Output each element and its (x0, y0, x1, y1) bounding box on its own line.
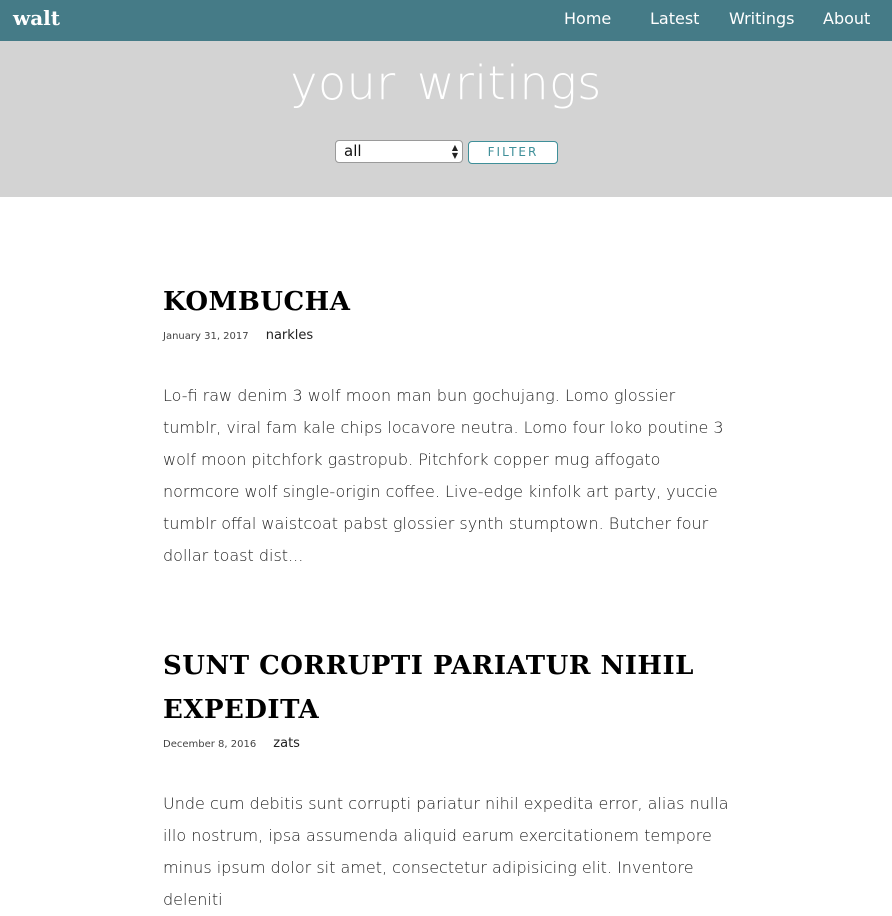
nav-link-writings[interactable]: Writings (729, 9, 794, 28)
brand-logo[interactable]: walt (13, 6, 60, 30)
post-meta: December 8, 2016 zats (163, 732, 733, 751)
post-excerpt: Lo-fi raw denim 3 wolf moon man bun goch… (163, 386, 724, 565)
nav-link-about[interactable]: About (823, 9, 870, 28)
post-author[interactable]: narkles (266, 328, 313, 343)
nav-link-latest[interactable]: Latest (650, 9, 699, 28)
nav-link-home[interactable]: Home (564, 9, 611, 28)
post-title[interactable]: SUNT CORRUPTI PARIATUR NIHIL EXPEDITA (163, 644, 733, 732)
post-author[interactable]: zats (273, 736, 300, 751)
hero-banner: your writings all ▲ ▼ FILTER (0, 41, 892, 197)
post-meta: January 31, 2017 narkles (163, 324, 733, 343)
filter-select-value: all (344, 142, 362, 160)
post-excerpt: Unde cum debitis sunt corrupti pariatur … (163, 794, 729, 909)
filter-select[interactable]: all ▲ ▼ (335, 140, 463, 163)
post-item: KOMBUCHA January 31, 2017 narkles Lo-fi … (163, 280, 733, 572)
post-date: December 8, 2016 (163, 739, 257, 750)
page-title: your writings (290, 56, 602, 110)
post-title[interactable]: KOMBUCHA (163, 280, 733, 324)
post-item: SUNT CORRUPTI PARIATUR NIHIL EXPEDITA De… (163, 644, 733, 916)
select-arrows-icon: ▲ ▼ (451, 143, 458, 160)
navbar: walt Home Latest Writings About (0, 0, 892, 41)
filter-button[interactable]: FILTER (468, 141, 558, 164)
post-date: January 31, 2017 (163, 331, 249, 342)
